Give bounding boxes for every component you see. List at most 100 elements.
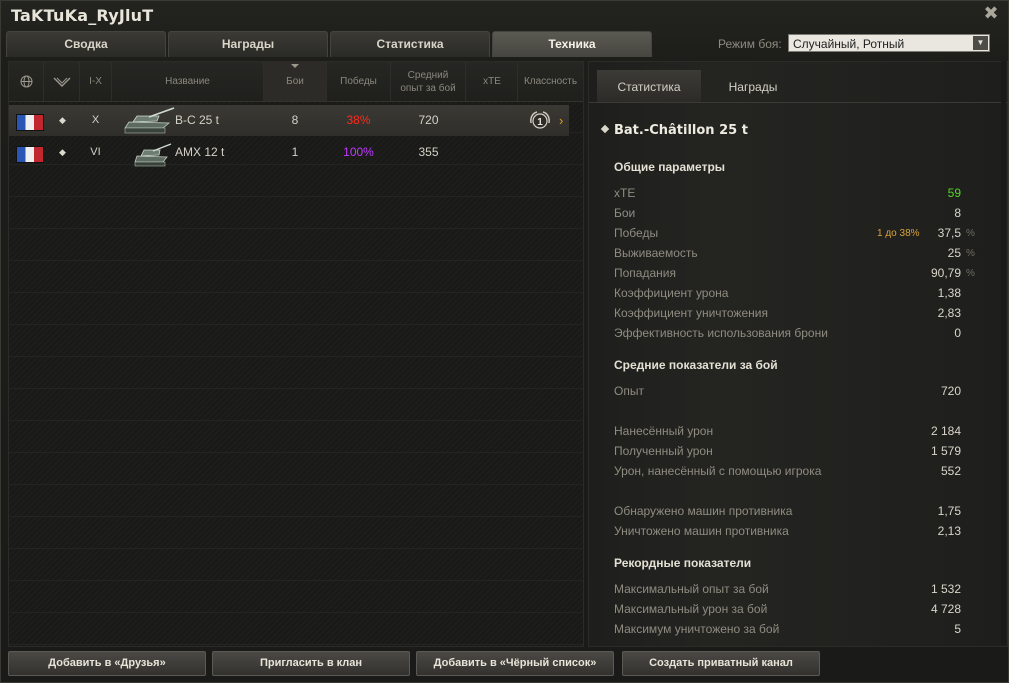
sort-desc-icon [291, 64, 299, 68]
table-row[interactable]: ◆ X B-C 25 t 8 38% 720 1 › [9, 105, 569, 136]
stat-value: 0 [954, 326, 961, 340]
row-name: B-C 25 t [175, 113, 220, 127]
stat-value: 720 [940, 384, 961, 398]
vehicle-name: Bat.-Châtillon 25 t [614, 123, 748, 138]
chevron-down-icon[interactable]: ▼ [973, 36, 988, 50]
tab-vehicle-statistics[interactable]: Статистика [597, 70, 701, 102]
row-wins: 38% [346, 113, 371, 127]
medium-tank-icon [600, 124, 610, 134]
stat-value: 8 [954, 206, 961, 220]
vehicle-type-icon[interactable] [44, 62, 80, 101]
vehicle-details-panel: Статистика Награды Bat.-Châtillon 25 t О… [588, 61, 1008, 647]
stat-value: 552 [940, 464, 961, 478]
records-heading: Рекордные показатели [614, 556, 752, 570]
stat-value: 4 728 [930, 602, 961, 616]
stat-value: 25 [947, 246, 961, 260]
stat-label: Нанесённый урон [614, 424, 714, 438]
stat-label: Уничтожено машин противника [614, 524, 789, 538]
mastery-badge-icon: 1 [530, 111, 550, 129]
stat-value: 2,83 [937, 306, 961, 320]
stat-label: Максимум уничтожено за бой [614, 622, 780, 636]
stat-unit: % [966, 248, 975, 259]
mastery-class: 1 [537, 117, 543, 128]
battle-mode-label: Режим боя: [718, 37, 782, 51]
add-friend-button[interactable]: Добавить в «Друзья» [8, 651, 206, 676]
tab-awards[interactable]: Награды [168, 31, 328, 57]
stat-value: 90,79 [930, 266, 961, 280]
row-xte [467, 105, 517, 136]
stat-label: Максимальный урон за бой [614, 602, 768, 616]
stat-label: Выживаемость [614, 246, 698, 260]
chevron-right-icon: › [559, 113, 564, 128]
row-avg-exp: 720 [418, 113, 439, 127]
col-battles[interactable]: Бои [264, 62, 327, 101]
stat-value: 5 [954, 622, 961, 636]
table-gridlines [9, 101, 583, 646]
stat-value: 1 532 [930, 582, 961, 596]
tab-vehicle-awards[interactable]: Награды [701, 70, 805, 102]
row-battles: 8 [291, 113, 299, 127]
row-xte [467, 137, 517, 168]
stat-value: 2,13 [937, 524, 961, 538]
stat-label: Эффективность использования брони [614, 326, 828, 340]
tab-statistics[interactable]: Статистика [330, 31, 490, 57]
stat-value: 37,5 [937, 226, 961, 240]
stat-label: xTE [614, 186, 636, 200]
col-avg-exp[interactable]: Средний опыт за бой [391, 62, 466, 101]
col-name[interactable]: Название [112, 62, 264, 101]
stat-label: Урон, нанесённый с помощью игрока [614, 464, 822, 478]
invite-clan-button[interactable]: Пригласить в клан [212, 651, 410, 676]
stat-value: 2 184 [930, 424, 961, 438]
table-header: I-X Название Бои Победы Средний опыт за … [9, 62, 583, 102]
details-scrollbar[interactable] [1001, 61, 1006, 645]
france-flag-icon [17, 115, 43, 130]
row-wins: 100% [343, 145, 374, 159]
tab-summary[interactable]: Сводка [6, 31, 166, 57]
col-battles-label: Бои [286, 76, 304, 87]
col-mastery[interactable]: Классность [518, 62, 583, 101]
battle-mode-select[interactable]: Случайный, Ротный ▼ [788, 34, 990, 52]
stat-label: Максимальный опыт за бой [614, 582, 769, 596]
player-profile-window: TaKTuKa_RyJluT ✖ Сводка Награды Статисти… [0, 0, 1009, 683]
window-title: TaKTuKa_RyJluT [11, 6, 154, 25]
tank-icon [124, 107, 175, 134]
stat-label: Полученный урон [614, 444, 713, 458]
col-xte[interactable]: xTE [467, 62, 518, 101]
col-wins[interactable]: Победы [327, 62, 391, 101]
light-tank-icon: ◆ [59, 147, 66, 157]
stat-value: 1,38 [937, 286, 961, 300]
tank-icon [134, 143, 172, 167]
col-tier[interactable]: I-X [80, 62, 112, 101]
average-heading: Средние показатели за бой [614, 358, 778, 372]
stat-value: 1 579 [930, 444, 961, 458]
close-icon[interactable]: ✖ [982, 4, 1000, 22]
add-blacklist-button[interactable]: Добавить в «Чёрный список» [416, 651, 614, 676]
stat-label: Попадания [614, 266, 676, 280]
tab-vehicles[interactable]: Техника [492, 31, 652, 57]
row-avg-exp: 355 [418, 145, 439, 159]
stat-label: Коэффициент уничтожения [614, 306, 768, 320]
nation-globe-icon[interactable] [9, 62, 44, 101]
row-name: AMX 12 t [175, 145, 225, 159]
row-tier: VI [90, 146, 101, 158]
tab-underline [589, 102, 1007, 103]
win-rate-hint: 1 до 38% [877, 228, 920, 239]
stat-label: Опыт [614, 384, 644, 398]
medium-tank-icon: ◆ [59, 115, 66, 125]
row-battles: 1 [291, 145, 299, 159]
battle-mode-value: Случайный, Ротный [793, 37, 905, 51]
stat-value: 1,75 [937, 504, 961, 518]
general-heading: Общие параметры [614, 160, 726, 174]
stat-label: Коэффициент урона [614, 286, 729, 300]
row-tier: X [91, 114, 100, 126]
stat-label: Обнаружено машин противника [614, 504, 793, 518]
stat-unit: % [966, 228, 975, 239]
create-private-channel-button[interactable]: Создать приватный канал [622, 651, 820, 676]
stat-unit: % [966, 268, 975, 279]
stat-label: Победы [614, 226, 659, 240]
stat-label: Бои [614, 206, 636, 220]
table-row[interactable]: ◆ VI AMX 12 t 1 100% 355 [9, 137, 569, 168]
stat-value: 59 [947, 186, 961, 200]
vehicle-table: I-X Название Бои Победы Средний опыт за … [8, 61, 584, 647]
france-flag-icon [17, 147, 43, 162]
